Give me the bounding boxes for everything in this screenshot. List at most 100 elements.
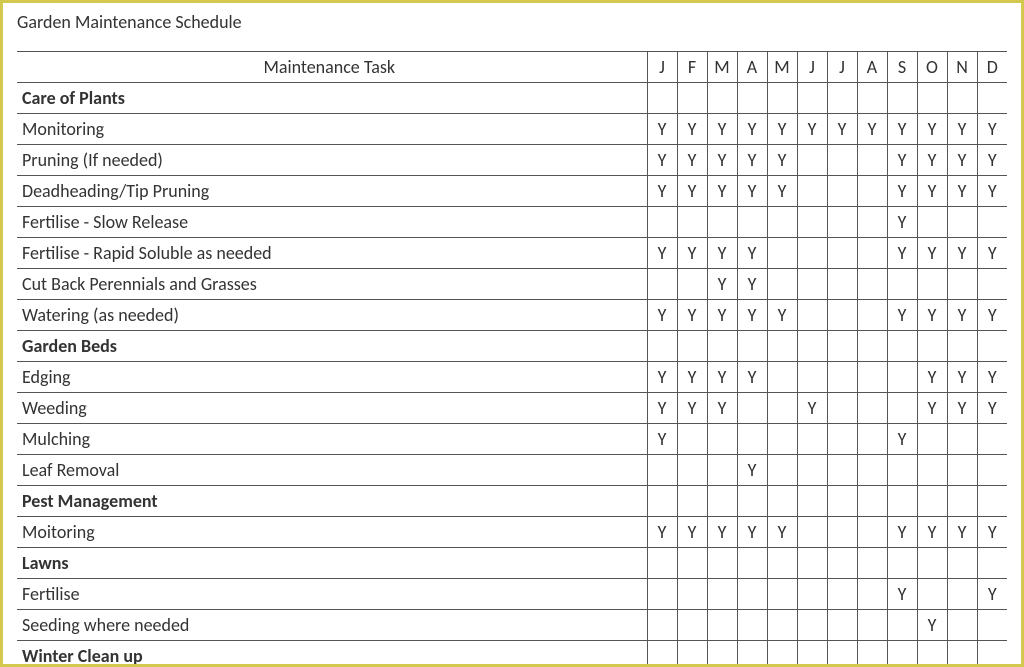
month-cell (887, 331, 917, 362)
month-cell (767, 83, 797, 114)
section-row: Garden Beds (17, 331, 1007, 362)
month-cell (827, 207, 857, 238)
month-cell (977, 207, 1007, 238)
month-cell: Y (707, 114, 737, 145)
month-cell (647, 331, 677, 362)
table-row: Cut Back Perennials and Grasses YY (17, 269, 1007, 300)
month-cell (797, 300, 827, 331)
month-cell: Y (647, 424, 677, 455)
month-cell: Y (737, 114, 767, 145)
month-cell (977, 455, 1007, 486)
month-cell (947, 641, 977, 667)
month-cell: Y (647, 145, 677, 176)
page: Garden Maintenance Schedule Maintenance … (0, 0, 1024, 667)
month-cell: Y (947, 114, 977, 145)
task-label: Deadheading/Tip Pruning (17, 176, 647, 207)
month-cell (647, 269, 677, 300)
month-cell (707, 207, 737, 238)
month-cell: Y (707, 269, 737, 300)
month-cell (677, 579, 707, 610)
month-cell: Y (887, 424, 917, 455)
month-cell (647, 455, 677, 486)
table-row: Watering (as needed)YYYYYYYYY (17, 300, 1007, 331)
month-cell (857, 517, 887, 548)
section-row: Pest Management (17, 486, 1007, 517)
month-cell: Y (767, 114, 797, 145)
month-cell (887, 548, 917, 579)
month-cell (857, 641, 887, 667)
month-cell (827, 83, 857, 114)
table-row: Seeding where neededY (17, 610, 1007, 641)
month-cell (707, 83, 737, 114)
task-label: Monitoring (17, 114, 647, 145)
month-cell (977, 269, 1007, 300)
month-cell (677, 548, 707, 579)
month-cell (647, 548, 677, 579)
month-cell (857, 331, 887, 362)
month-cell (947, 486, 977, 517)
header-month: J (797, 52, 827, 83)
month-cell (947, 579, 977, 610)
month-cell (707, 424, 737, 455)
month-cell (857, 300, 887, 331)
month-cell (857, 393, 887, 424)
month-cell (797, 269, 827, 300)
month-cell (767, 548, 797, 579)
month-cell (797, 641, 827, 667)
month-cell: Y (707, 145, 737, 176)
table-row: WeedingYYYYYYY (17, 393, 1007, 424)
month-cell (797, 207, 827, 238)
month-cell: Y (647, 176, 677, 207)
month-cell (857, 145, 887, 176)
month-cell (827, 424, 857, 455)
month-cell (977, 486, 1007, 517)
month-cell: Y (887, 114, 917, 145)
month-cell: Y (917, 362, 947, 393)
month-cell (827, 331, 857, 362)
task-label: Care of Plants (17, 83, 647, 114)
month-cell: Y (947, 393, 977, 424)
month-cell: Y (737, 300, 767, 331)
month-cell (797, 83, 827, 114)
month-cell (917, 424, 947, 455)
month-cell: Y (977, 114, 1007, 145)
month-cell (767, 207, 797, 238)
header-month: A (857, 52, 887, 83)
month-cell (797, 579, 827, 610)
month-cell (917, 269, 947, 300)
table-row: Pruning (If needed)YYYYYYYYY (17, 145, 1007, 176)
month-cell: Y (737, 455, 767, 486)
month-cell: Y (887, 300, 917, 331)
task-label: Mulching (17, 424, 647, 455)
section-row: Winter Clean up (17, 641, 1007, 667)
month-cell: Y (647, 300, 677, 331)
month-cell: Y (677, 145, 707, 176)
month-cell: Y (737, 269, 767, 300)
month-cell (737, 610, 767, 641)
month-cell: Y (827, 114, 857, 145)
month-cell: Y (707, 238, 737, 269)
month-cell (767, 238, 797, 269)
month-cell (767, 455, 797, 486)
month-cell (887, 455, 917, 486)
month-cell (677, 331, 707, 362)
month-cell (887, 393, 917, 424)
month-cell: Y (977, 517, 1007, 548)
month-cell (797, 331, 827, 362)
month-cell: Y (737, 238, 767, 269)
month-cell (827, 610, 857, 641)
month-cell (677, 207, 707, 238)
month-cell: Y (647, 238, 677, 269)
month-cell (707, 548, 737, 579)
task-label: Cut Back Perennials and Grasses (17, 269, 647, 300)
month-cell (827, 145, 857, 176)
month-cell (857, 486, 887, 517)
month-cell (947, 424, 977, 455)
table-row: Fertilise - Rapid Soluble as neededYYYYY… (17, 238, 1007, 269)
month-cell: Y (767, 300, 797, 331)
task-label: Pest Management (17, 486, 647, 517)
month-cell: Y (677, 393, 707, 424)
month-cell: Y (737, 362, 767, 393)
month-cell (737, 83, 767, 114)
month-cell (857, 548, 887, 579)
